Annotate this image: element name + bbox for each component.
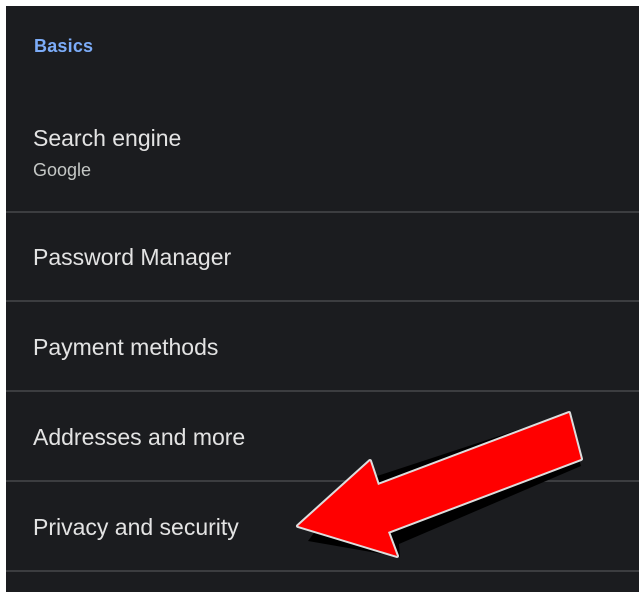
settings-screen: Basics Search engine Google Password Man…	[6, 6, 639, 592]
settings-item-subtitle: Google	[33, 160, 92, 180]
settings-item-title: Payment methods	[33, 334, 219, 360]
settings-item-search-engine[interactable]: Search engine Google	[6, 124, 639, 181]
settings-item-addresses[interactable]: Addresses and more	[6, 423, 639, 451]
section-header-basics: Basics	[34, 36, 94, 56]
divider	[6, 390, 639, 392]
divider	[6, 300, 639, 302]
settings-item-title: Privacy and security	[33, 514, 239, 540]
settings-item-privacy-security[interactable]: Privacy and security	[6, 513, 639, 541]
divider	[6, 570, 639, 572]
settings-item-payment-methods[interactable]: Payment methods	[6, 333, 639, 361]
settings-item-title: Password Manager	[33, 244, 232, 270]
settings-item-title: Search engine	[33, 125, 182, 151]
divider	[6, 211, 639, 213]
settings-item-password-manager[interactable]: Password Manager	[6, 243, 639, 271]
divider	[6, 480, 639, 482]
settings-item-title: Addresses and more	[33, 424, 246, 450]
